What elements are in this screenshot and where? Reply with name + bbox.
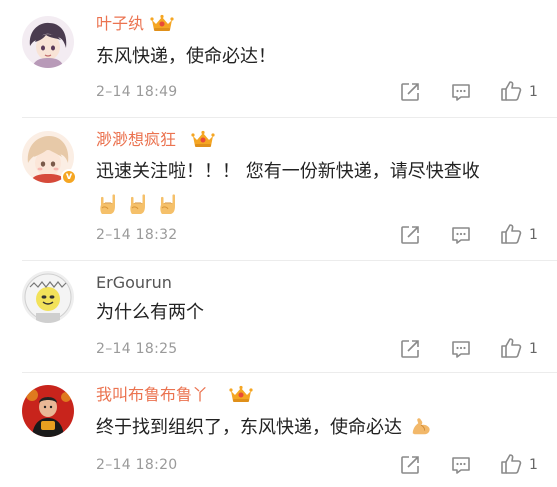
username[interactable]: 叶子纨	[96, 14, 144, 34]
comment-item: ErGourun 为什么有两个 2–14 18:25 1	[0, 261, 557, 371]
comment-item: v 渺渺想疯狂 迅速关注啦！！！ 您有一份新快递，请尽快查收 2–14 18:3…	[0, 118, 557, 260]
share-icon[interactable]	[399, 338, 421, 360]
comment-icon[interactable]	[450, 338, 472, 360]
comment-text: 东风快递，使命必达！	[96, 46, 276, 67]
comment-icon[interactable]	[450, 454, 472, 476]
avatar[interactable]	[22, 385, 74, 437]
username[interactable]: 我叫布鲁布鲁丫	[96, 385, 208, 405]
like-count: 1	[529, 457, 538, 473]
rock-hand-emoji	[96, 192, 120, 216]
comment-icon[interactable]	[450, 81, 472, 103]
like-count: 1	[529, 84, 538, 100]
username[interactable]: ErGourun	[96, 273, 172, 293]
comment-text-content: 终于找到组织了，东风快递，使命必达	[96, 417, 402, 438]
rock-hand-emoji	[156, 192, 180, 216]
comment-text: 迅速关注啦！！！ 您有一份新快递，请尽快查收	[96, 161, 480, 182]
vip-crown-icon	[229, 385, 253, 403]
comment-time: 2–14 18:49	[96, 84, 178, 100]
username[interactable]: 渺渺想疯狂	[96, 130, 176, 150]
avatar[interactable]	[22, 16, 74, 68]
vip-crown-icon	[191, 130, 215, 148]
vip-crown-icon	[150, 14, 174, 32]
comment-text: 为什么有两个	[96, 302, 204, 323]
comment-text: 终于找到组织了，东风快递，使命必达	[96, 415, 432, 440]
comment-time: 2–14 18:25	[96, 341, 178, 357]
rock-hand-emoji	[126, 192, 150, 216]
thumbs-up-icon[interactable]	[500, 337, 522, 359]
avatar[interactable]	[22, 271, 74, 323]
avatar-image	[22, 16, 74, 68]
like-count: 1	[529, 227, 538, 243]
comment-icon[interactable]	[450, 224, 472, 246]
thumbs-up-icon[interactable]	[500, 80, 522, 102]
flexed-biceps-emoji	[410, 415, 432, 437]
avatar-image	[22, 271, 74, 323]
comment-time: 2–14 18:32	[96, 227, 178, 243]
comment-item: 叶子纨 东风快递，使命必达！ 2–14 18:49 1	[0, 0, 557, 118]
comment-time: 2–14 18:20	[96, 457, 178, 473]
comment-item: 我叫布鲁布鲁丫 终于找到组织了，东风快递，使命必达 2–14 18:20 1	[0, 373, 557, 487]
share-icon[interactable]	[399, 224, 421, 246]
thumbs-up-icon[interactable]	[500, 223, 522, 245]
share-icon[interactable]	[399, 454, 421, 476]
avatar-image	[22, 385, 74, 437]
thumbs-up-icon[interactable]	[500, 453, 522, 475]
verified-badge-icon: v	[61, 169, 77, 185]
like-count: 1	[529, 341, 538, 357]
share-icon[interactable]	[399, 81, 421, 103]
